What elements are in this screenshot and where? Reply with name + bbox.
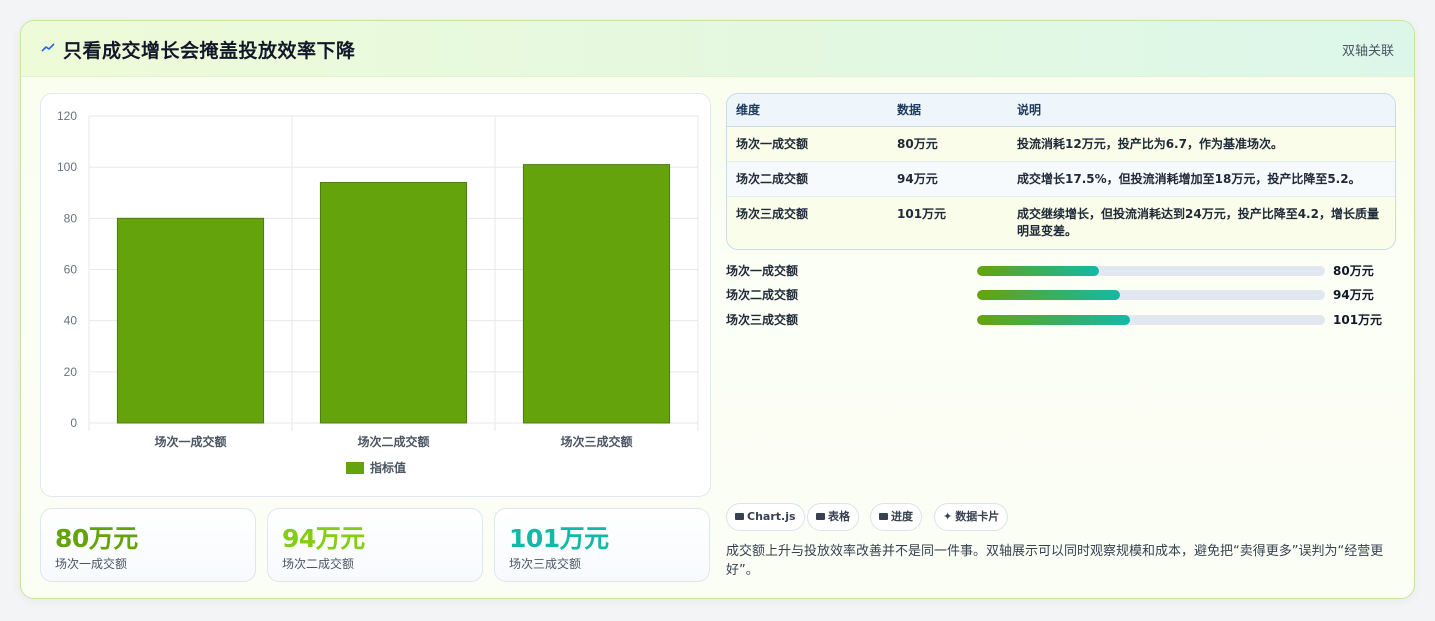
- stat-card-2: 94万元 场次二成交额: [267, 508, 483, 582]
- sparkle-icon: ✦: [943, 510, 953, 523]
- legend-label: 指标值: [370, 460, 406, 475]
- stat-value: 80万元: [55, 524, 138, 553]
- chip-table[interactable]: 表格: [807, 503, 859, 531]
- progress-fill: [977, 266, 1099, 276]
- bar: [116, 217, 265, 424]
- chip-label: Chart.js: [747, 510, 796, 523]
- progress-label: 场次一成交额: [726, 264, 799, 278]
- x-tick-label: 场次一成交额: [154, 434, 226, 449]
- stat-card-3: 101万元 场次三成交额: [494, 508, 710, 582]
- trend-icon: [41, 43, 55, 52]
- table-cell: 成交增长17.5%，但投流消耗增加至18万元，投产比降至5.2。: [1017, 172, 1361, 186]
- chip-label: 数据卡片: [955, 510, 1000, 523]
- chip-label: 表格: [828, 510, 850, 523]
- bar-chart: 0 20 40 60 80 100 120 场次一成交额 场次二成交额 场次三成交额指标值: [57, 109, 699, 475]
- bar: [522, 164, 671, 424]
- analysis-card: 只看成交增长会掩盖投放效率下降 双轴关联 0 20 40 60 80 100 120 场次一成…: [20, 20, 1415, 599]
- progress-icon: [879, 513, 888, 520]
- chart-icon: [735, 513, 744, 520]
- y-tick-label: 100: [57, 160, 77, 174]
- y-tick-label: 60: [64, 263, 78, 277]
- progress-track: [977, 315, 1325, 325]
- y-tick-label: 120: [57, 109, 77, 123]
- stat-value: 94万元: [282, 524, 365, 553]
- x-tick-label: 场次二成交额: [357, 434, 429, 449]
- table-cell: 场次三成交额: [736, 207, 809, 221]
- progress-value: 101万元: [1333, 313, 1383, 327]
- progress-label: 场次三成交额: [726, 313, 799, 327]
- chip-data-cards[interactable]: ✦ 数据卡片: [934, 503, 1009, 531]
- progress-row-1: 场次一成交额 80万元: [726, 262, 1396, 280]
- progress-row-2: 场次二成交额 94万元: [726, 286, 1396, 304]
- y-tick-label: 40: [64, 314, 78, 328]
- table-header-cell: 说明: [1017, 103, 1042, 117]
- page-title: 只看成交增长会掩盖投放效率下降: [63, 40, 356, 62]
- table-header-cell: 数据: [897, 103, 922, 117]
- stat-value: 101万元: [509, 524, 609, 553]
- chip-progress[interactable]: 进度: [870, 503, 922, 531]
- chip-chartjs[interactable]: Chart.js: [726, 503, 805, 531]
- card-header: 只看成交增长会掩盖投放效率下降 双轴关联: [21, 21, 1414, 77]
- stat-label: 场次一成交额: [55, 557, 128, 571]
- stat-label: 场次三成交额: [509, 557, 582, 571]
- y-tick-label: 0: [70, 416, 77, 430]
- progress-value: 94万元: [1333, 288, 1374, 302]
- y-tick-label: 80: [64, 211, 78, 225]
- table-row: 场次三成交额 101万元 成交继续增长，但投流消耗达到24万元，投产比降至4.2…: [727, 197, 1395, 249]
- table-cell: 投流消耗12万元，投产比为6.7，作为基准场次。: [1017, 137, 1283, 151]
- bar-chart-panel: 0 20 40 60 80 100 120 场次一成交额 场次二成交额 场次三成交额指标值: [40, 93, 711, 497]
- table-row: 场次二成交额 94万元 成交增长17.5%，但投流消耗增加至18万元，投产比降至…: [727, 162, 1395, 197]
- table-header-cell: 维度: [736, 103, 761, 117]
- progress-track: [977, 290, 1325, 300]
- progress-track: [977, 266, 1325, 276]
- table-row: 场次一成交额 80万元 投流消耗12万元，投产比为6.7，作为基准场次。: [727, 127, 1395, 162]
- summary-note: 成交额上升与投放效率改善并不是同一件事。双轴展示可以同时观察规模和成本，避免把“…: [726, 544, 1384, 578]
- progress-value: 80万元: [1333, 264, 1374, 278]
- table-cell: 94万元: [897, 172, 938, 186]
- table-cell: 成交继续增长，但投流消耗达到24万元，投产比降至4.2，增长质量明显变差。: [1017, 207, 1379, 238]
- progress-fill: [977, 315, 1131, 325]
- table-cell: 场次一成交额: [736, 137, 809, 151]
- progress-row-3: 场次三成交额 101万元: [726, 311, 1396, 329]
- stat-card-1: 80万元 场次一成交额: [40, 508, 256, 582]
- table-cell: 场次二成交额: [736, 172, 809, 186]
- legend-swatch: [346, 462, 364, 474]
- table-icon: [816, 513, 825, 520]
- progress-fill: [977, 290, 1120, 300]
- y-tick-label: 20: [64, 365, 78, 379]
- header-tag: 双轴关联: [1341, 44, 1394, 59]
- bar: [319, 182, 468, 424]
- table-cell: 101万元: [897, 207, 947, 221]
- table-cell: 80万元: [897, 137, 938, 151]
- stat-label: 场次二成交额: [282, 557, 355, 571]
- data-table: 维度 数据 说明 场次一成交额 80万元 投流消耗12万元，投产比为6.7，作为…: [726, 93, 1396, 250]
- table-header-row: 维度 数据 说明: [727, 94, 1395, 127]
- progress-label: 场次二成交额: [726, 288, 799, 302]
- x-tick-label: 场次三成交额: [560, 434, 632, 449]
- chip-label: 进度: [891, 510, 913, 523]
